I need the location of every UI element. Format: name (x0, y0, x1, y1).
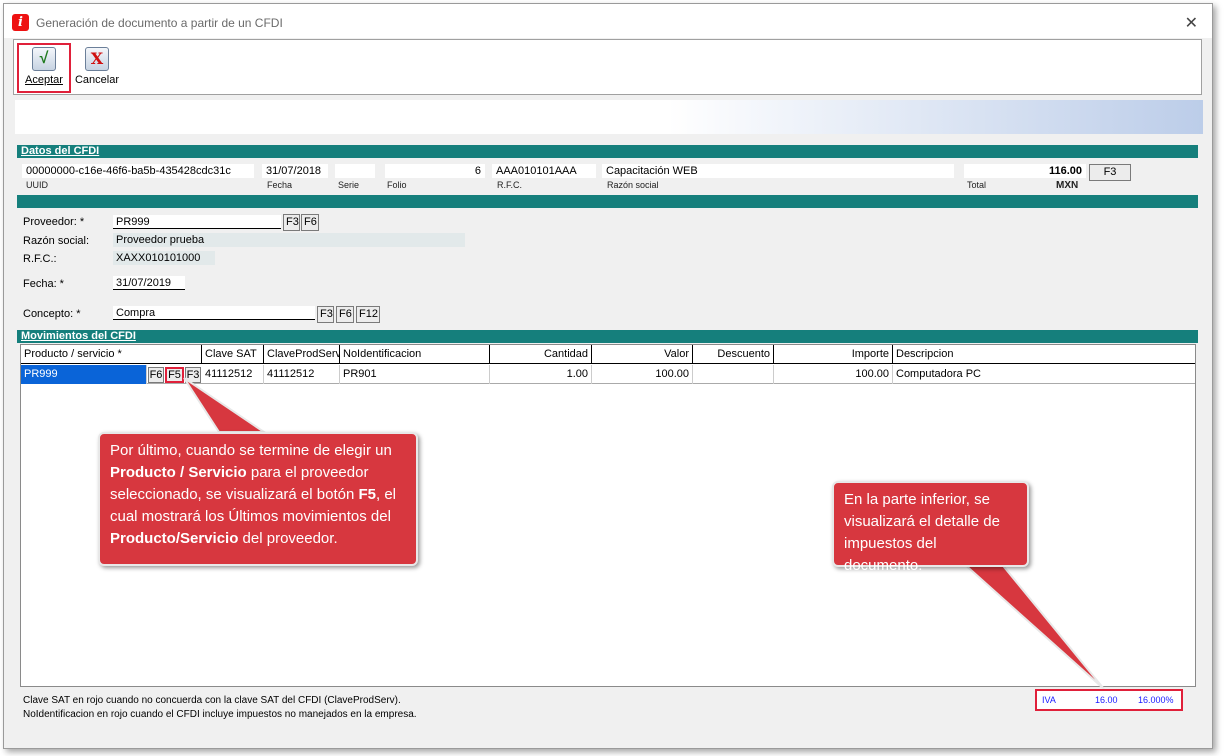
cancel-button[interactable]: X Cancelar (74, 43, 120, 86)
fecha-label: Fecha (267, 180, 293, 190)
header-banner (15, 100, 1203, 134)
cfdi-total-field: 116.00 (964, 164, 1086, 178)
tax-name: IVA (1042, 695, 1056, 705)
fecha-input[interactable]: 31/07/2019 (113, 276, 185, 290)
cfdi-f3-button[interactable]: F3 (1089, 164, 1131, 181)
cfdi-fecha-field: 31/07/2018 (262, 164, 328, 178)
note-clave-sat: Clave SAT en rojo cuando no concuerda co… (23, 695, 401, 706)
tax-amount: 16.00 (1095, 695, 1118, 705)
col-clave-sat[interactable]: Clave SAT (202, 345, 264, 364)
col-no-identificacion[interactable]: NoIdentificacion (340, 345, 490, 364)
concepto-f12-button[interactable]: F12 (356, 306, 380, 323)
table-row[interactable]: PR999 F6 F5 F3 41112512 41112512 PR901 1… (21, 365, 1195, 384)
cancel-label: Cancelar (74, 74, 120, 86)
cfdi-razon-social-field: Capacitación WEB (602, 164, 954, 178)
title-bar: i Generación de documento a partir de un… (4, 4, 1212, 38)
total-label: Total (967, 180, 987, 190)
rfc-label: R.F.C. (497, 180, 523, 190)
rfc-form-label: R.F.C.: (23, 253, 57, 265)
taxes-summary: IVA 16.00 16.000% (1035, 689, 1183, 711)
app-logo-icon: i (12, 14, 29, 31)
dialog-window: i Generación de documento a partir de un… (3, 3, 1213, 749)
concepto-form-label: Concepto: * (23, 308, 81, 320)
proveedor-label: Proveedor: * (23, 216, 85, 228)
cell-cantidad[interactable]: 1.00 (490, 365, 592, 384)
cell-descuento[interactable] (693, 365, 774, 384)
col-producto[interactable]: Producto / servicio * (21, 345, 202, 364)
cancel-x-icon: X (85, 47, 109, 71)
note-noidentificacion: NoIdentificacion en rojo cuando el CFDI … (23, 709, 417, 720)
rfc-value: XAXX010101000 (113, 251, 215, 265)
razon-social-label: Razón social (607, 180, 659, 190)
col-descuento[interactable]: Descuento (693, 345, 774, 364)
concepto-input[interactable]: Compra (113, 306, 315, 320)
cell-producto[interactable]: PR999 (21, 365, 147, 384)
row-f6-button[interactable]: F6 (148, 367, 164, 383)
datos-cfdi-header: Datos del CFDI (17, 145, 1198, 158)
currency-label: MXN (1056, 180, 1079, 191)
cfdi-rfc-field: AAA010101AAA (492, 164, 596, 178)
fecha-form-label: Fecha: * (23, 278, 64, 290)
proveedor-input[interactable]: PR999 (113, 215, 281, 229)
col-valor[interactable]: Valor (592, 345, 693, 364)
cfdi-folio-field: 6 (385, 164, 485, 178)
window-title: Generación de documento a partir de un C… (36, 16, 283, 30)
concepto-f3-button[interactable]: F3 (317, 306, 334, 323)
col-cantidad[interactable]: Cantidad (490, 345, 592, 364)
section-divider (17, 195, 1198, 208)
razon-social-value: Proveedor prueba (113, 233, 465, 247)
col-descripcion[interactable]: Descripcion (893, 345, 1195, 364)
cell-no-identificacion[interactable]: PR901 (340, 365, 490, 384)
grid-header: Producto / servicio * Clave SAT ClavePro… (21, 345, 1195, 364)
row-f3-button[interactable]: F3 (185, 367, 201, 383)
concepto-f6-button[interactable]: F6 (336, 306, 354, 323)
movimientos-header: Movimientos del CFDI (17, 330, 1198, 343)
cell-importe[interactable]: 100.00 (774, 365, 893, 384)
checkmark-icon: √ (32, 47, 56, 71)
accept-button[interactable]: √ Aceptar (17, 43, 71, 93)
proveedor-f6-button[interactable]: F6 (301, 214, 319, 231)
toolbar: √ Aceptar X Cancelar (13, 39, 1202, 95)
proveedor-f3-button[interactable]: F3 (283, 214, 300, 231)
close-icon[interactable]: ✕ (1185, 13, 1198, 33)
cell-clave-prod-serv[interactable]: 41112512 (264, 365, 340, 384)
col-clave-prod-serv[interactable]: ClaveProdServ (264, 345, 340, 364)
tax-rate: 16.000% (1138, 695, 1174, 705)
folio-label: Folio (387, 180, 407, 190)
cell-valor[interactable]: 100.00 (592, 365, 693, 384)
row-f5-button[interactable]: F5 (165, 367, 184, 383)
cell-clave-sat[interactable]: 41112512 (202, 365, 264, 384)
serie-label: Serie (338, 180, 360, 190)
uuid-field: 00000000-c16e-46f6-ba5b-435428cdc31c (22, 164, 254, 178)
uuid-label: UUID (26, 180, 48, 190)
cell-descripcion[interactable]: Computadora PC (893, 365, 1195, 384)
accept-label: Aceptar (25, 74, 63, 86)
taxes-callout: En la parte inferior, se visualizará el … (832, 481, 1029, 574)
cfdi-serie-field (335, 164, 375, 178)
col-importe[interactable]: Importe (774, 345, 893, 364)
razon-social-form-label: Razón social: (23, 235, 90, 247)
f5-callout: Por último, cuando se termine de elegir … (98, 432, 418, 566)
